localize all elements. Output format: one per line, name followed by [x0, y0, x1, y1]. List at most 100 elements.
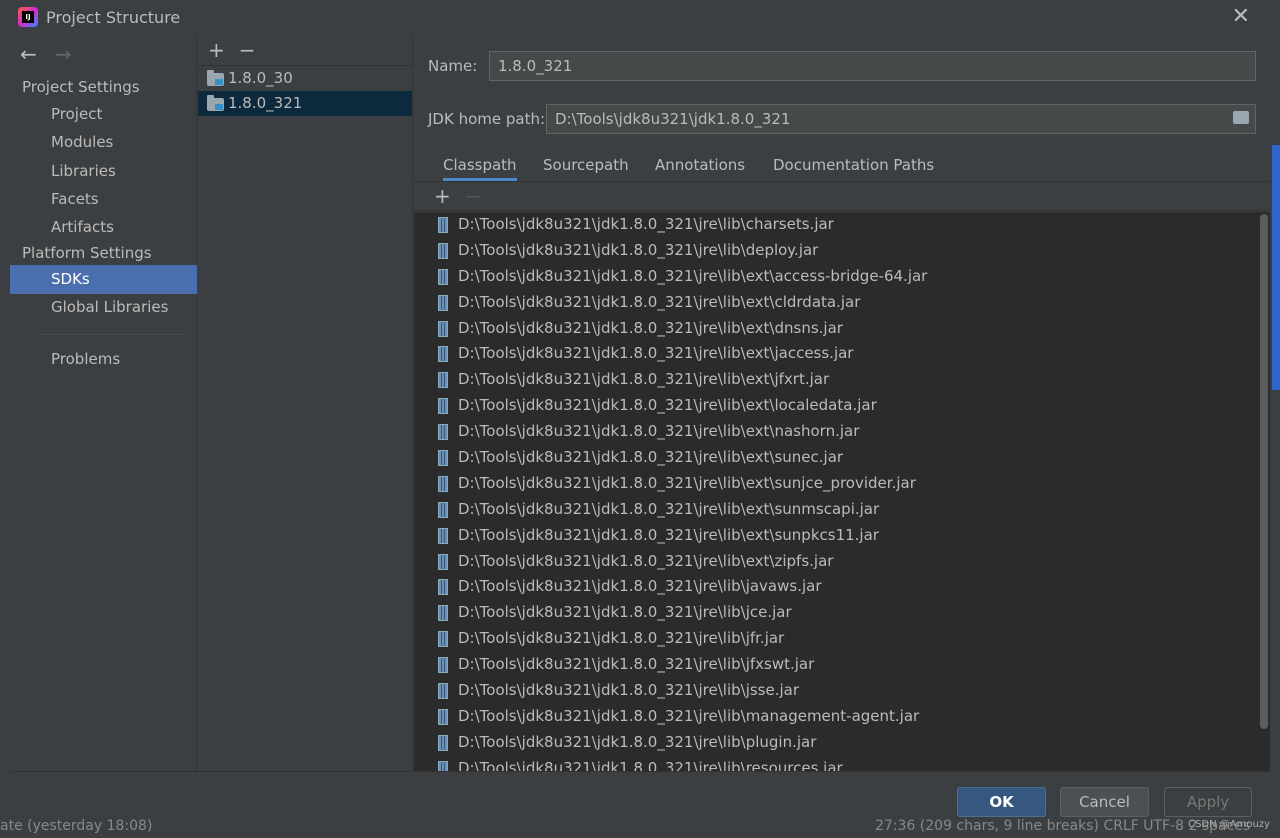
classpath-list: D:\Tools\jdk8u321\jdk1.8.0_321\jre\lib\c… [414, 212, 1270, 771]
classpath-row[interactable]: D:\Tools\jdk8u321\jdk1.8.0_321\jre\lib\c… [414, 212, 1270, 238]
back-arrow-icon[interactable]: ← [20, 42, 37, 66]
background-status-left: ate (yesterday 18:08) [0, 818, 153, 834]
title-bar: IJ Project Structure ✕ [10, 0, 1270, 36]
close-icon[interactable]: ✕ [1232, 4, 1250, 29]
classpath-row[interactable]: D:\Tools\jdk8u321\jdk1.8.0_321\jre\lib\e… [414, 523, 1270, 549]
classpath-row[interactable]: D:\Tools\jdk8u321\jdk1.8.0_321\jre\lib\j… [414, 652, 1270, 678]
dialog-title: Project Structure [46, 8, 181, 27]
classpath-toolbar: + − [414, 183, 1270, 211]
scrollbar-thumb[interactable] [1260, 214, 1268, 729]
watermark: CSDN @Amouzy [1188, 819, 1270, 830]
classpath-row[interactable]: D:\Tools\jdk8u321\jdk1.8.0_321\jre\lib\m… [414, 704, 1270, 730]
classpath-row[interactable]: D:\Tools\jdk8u321\jdk1.8.0_321\jre\lib\e… [414, 497, 1270, 523]
apply-button[interactable]: Apply [1164, 787, 1252, 817]
jar-icon [438, 553, 448, 570]
sdk-item-selected[interactable]: 1.8.0_321 [198, 91, 412, 116]
classpath-row-label: D:\Tools\jdk8u321\jdk1.8.0_321\jre\lib\r… [458, 758, 843, 771]
nav-item-problems[interactable]: Problems [10, 345, 197, 374]
nav-item-sdks[interactable]: SDKs [10, 265, 197, 294]
sdk-item-label: 1.8.0_30 [228, 69, 293, 87]
platform-settings-header: Platform Settings [22, 244, 152, 262]
classpath-row[interactable]: D:\Tools\jdk8u321\jdk1.8.0_321\jre\lib\j… [414, 600, 1270, 626]
add-sdk-button[interactable]: + [208, 38, 225, 62]
classpath-row-label: D:\Tools\jdk8u321\jdk1.8.0_321\jre\lib\c… [458, 215, 834, 233]
classpath-row-label: D:\Tools\jdk8u321\jdk1.8.0_321\jre\lib\e… [458, 292, 861, 311]
jar-icon [438, 450, 448, 467]
jar-icon [438, 683, 448, 700]
classpath-row[interactable]: D:\Tools\jdk8u321\jdk1.8.0_321\jre\lib\j… [414, 574, 1270, 600]
sdk-folder-icon [207, 70, 224, 86]
classpath-row[interactable]: D:\Tools\jdk8u321\jdk1.8.0_321\jre\lib\e… [414, 341, 1270, 367]
project-structure-dialog: IJ Project Structure ✕ ← → Project Settin… [10, 0, 1270, 818]
classpath-row-label: D:\Tools\jdk8u321\jdk1.8.0_321\jre\lib\e… [458, 499, 880, 518]
classpath-row-label: D:\Tools\jdk8u321\jdk1.8.0_321\jre\lib\e… [458, 396, 877, 415]
classpath-row[interactable]: D:\Tools\jdk8u321\jdk1.8.0_321\jre\lib\e… [414, 445, 1270, 471]
jdk-home-field[interactable]: D:\Tools\jdk8u321\jdk1.8.0_321 [546, 104, 1256, 134]
intellij-logo-icon: IJ [18, 7, 38, 27]
classpath-row[interactable]: D:\Tools\jdk8u321\jdk1.8.0_321\jre\lib\j… [414, 626, 1270, 652]
jar-icon [438, 708, 448, 725]
classpath-row-label: D:\Tools\jdk8u321\jdk1.8.0_321\jre\lib\e… [458, 266, 928, 285]
classpath-row-label: D:\Tools\jdk8u321\jdk1.8.0_321\jre\lib\e… [458, 422, 860, 441]
classpath-row-label: D:\Tools\jdk8u321\jdk1.8.0_321\jre\lib\d… [458, 240, 819, 259]
classpath-row[interactable]: D:\Tools\jdk8u321\jdk1.8.0_321\jre\lib\e… [414, 419, 1270, 445]
classpath-row-label: D:\Tools\jdk8u321\jdk1.8.0_321\jre\lib\e… [458, 551, 834, 570]
classpath-row-label: D:\Tools\jdk8u321\jdk1.8.0_321\jre\lib\e… [458, 448, 844, 467]
classpath-row[interactable]: D:\Tools\jdk8u321\jdk1.8.0_321\jre\lib\p… [414, 730, 1270, 756]
nav-item-modules[interactable]: Modules [10, 128, 197, 157]
ok-button[interactable]: OK [957, 787, 1046, 817]
jar-icon [438, 294, 448, 311]
name-field[interactable]: 1.8.0_321 [489, 51, 1256, 81]
classpath-row-label: D:\Tools\jdk8u321\jdk1.8.0_321\jre\lib\j… [458, 629, 785, 648]
sdk-folder-icon [207, 95, 224, 111]
classpath-row[interactable]: D:\Tools\jdk8u321\jdk1.8.0_321\jre\lib\e… [414, 471, 1270, 497]
classpath-row[interactable]: D:\Tools\jdk8u321\jdk1.8.0_321\jre\lib\e… [414, 549, 1270, 575]
nav-item-facets[interactable]: Facets [10, 185, 197, 214]
sdk-list-panel: + − 1.8.0_30 1.8.0_321 [198, 36, 413, 771]
classpath-row[interactable]: D:\Tools\jdk8u321\jdk1.8.0_321\jre\lib\e… [414, 367, 1270, 393]
tab-classpath[interactable]: Classpath [443, 156, 517, 181]
remove-path-button[interactable]: − [465, 184, 482, 208]
classpath-row-label: D:\Tools\jdk8u321\jdk1.8.0_321\jre\lib\e… [458, 344, 854, 363]
jar-icon [438, 734, 448, 751]
classpath-row[interactable]: D:\Tools\jdk8u321\jdk1.8.0_321\jre\lib\d… [414, 238, 1270, 264]
classpath-row[interactable]: D:\Tools\jdk8u321\jdk1.8.0_321\jre\lib\e… [414, 290, 1270, 316]
classpath-row[interactable]: D:\Tools\jdk8u321\jdk1.8.0_321\jre\lib\e… [414, 316, 1270, 342]
settings-nav-panel: ← → Project Settings Project Modules Libr… [10, 36, 197, 771]
tab-documentation-paths[interactable]: Documentation Paths [773, 156, 934, 178]
sdk-details-panel: Name: 1.8.0_321 JDK home path: D:\Tools\… [414, 36, 1270, 771]
forward-arrow-icon[interactable]: → [55, 42, 72, 66]
browse-folder-icon[interactable] [1233, 111, 1249, 124]
remove-sdk-button[interactable]: − [239, 38, 256, 62]
classpath-scrollbar[interactable] [1260, 214, 1268, 769]
cancel-button[interactable]: Cancel [1060, 787, 1149, 817]
classpath-row-label: D:\Tools\jdk8u321\jdk1.8.0_321\jre\lib\e… [458, 525, 879, 544]
add-path-button[interactable]: + [434, 184, 451, 208]
jar-icon [438, 760, 448, 771]
jar-icon [438, 527, 448, 544]
classpath-row[interactable]: D:\Tools\jdk8u321\jdk1.8.0_321\jre\lib\e… [414, 264, 1270, 290]
jar-icon [438, 657, 448, 674]
nav-item-global-libraries[interactable]: Global Libraries [10, 293, 197, 322]
nav-item-libraries[interactable]: Libraries [10, 157, 197, 186]
nav-item-artifacts[interactable]: Artifacts [10, 213, 197, 242]
classpath-row[interactable]: D:\Tools\jdk8u321\jdk1.8.0_321\jre\lib\r… [414, 756, 1270, 771]
nav-arrows: ← → [20, 42, 90, 66]
classpath-row[interactable]: D:\Tools\jdk8u321\jdk1.8.0_321\jre\lib\e… [414, 393, 1270, 419]
classpath-row-label: D:\Tools\jdk8u321\jdk1.8.0_321\jre\lib\e… [458, 473, 916, 492]
jar-icon [438, 475, 448, 492]
background-ide-edge [0, 0, 10, 838]
tab-annotations[interactable]: Annotations [655, 156, 745, 178]
background-status-bar: ate (yesterday 18:08) 27:36 (209 chars, … [0, 818, 1280, 838]
nav-divider [40, 334, 185, 335]
classpath-row-label: D:\Tools\jdk8u321\jdk1.8.0_321\jre\lib\j… [458, 681, 800, 700]
nav-item-project[interactable]: Project [10, 100, 197, 129]
jar-icon [438, 398, 448, 415]
tab-sourcepath[interactable]: Sourcepath [543, 156, 629, 178]
jar-icon [438, 268, 448, 285]
classpath-row-label: D:\Tools\jdk8u321\jdk1.8.0_321\jre\lib\j… [458, 655, 815, 674]
classpath-row[interactable]: D:\Tools\jdk8u321\jdk1.8.0_321\jre\lib\j… [414, 678, 1270, 704]
sdk-item[interactable]: 1.8.0_30 [198, 66, 412, 91]
classpath-row-label: D:\Tools\jdk8u321\jdk1.8.0_321\jre\lib\e… [458, 318, 843, 337]
classpath-row-label: D:\Tools\jdk8u321\jdk1.8.0_321\jre\lib\p… [458, 732, 817, 751]
